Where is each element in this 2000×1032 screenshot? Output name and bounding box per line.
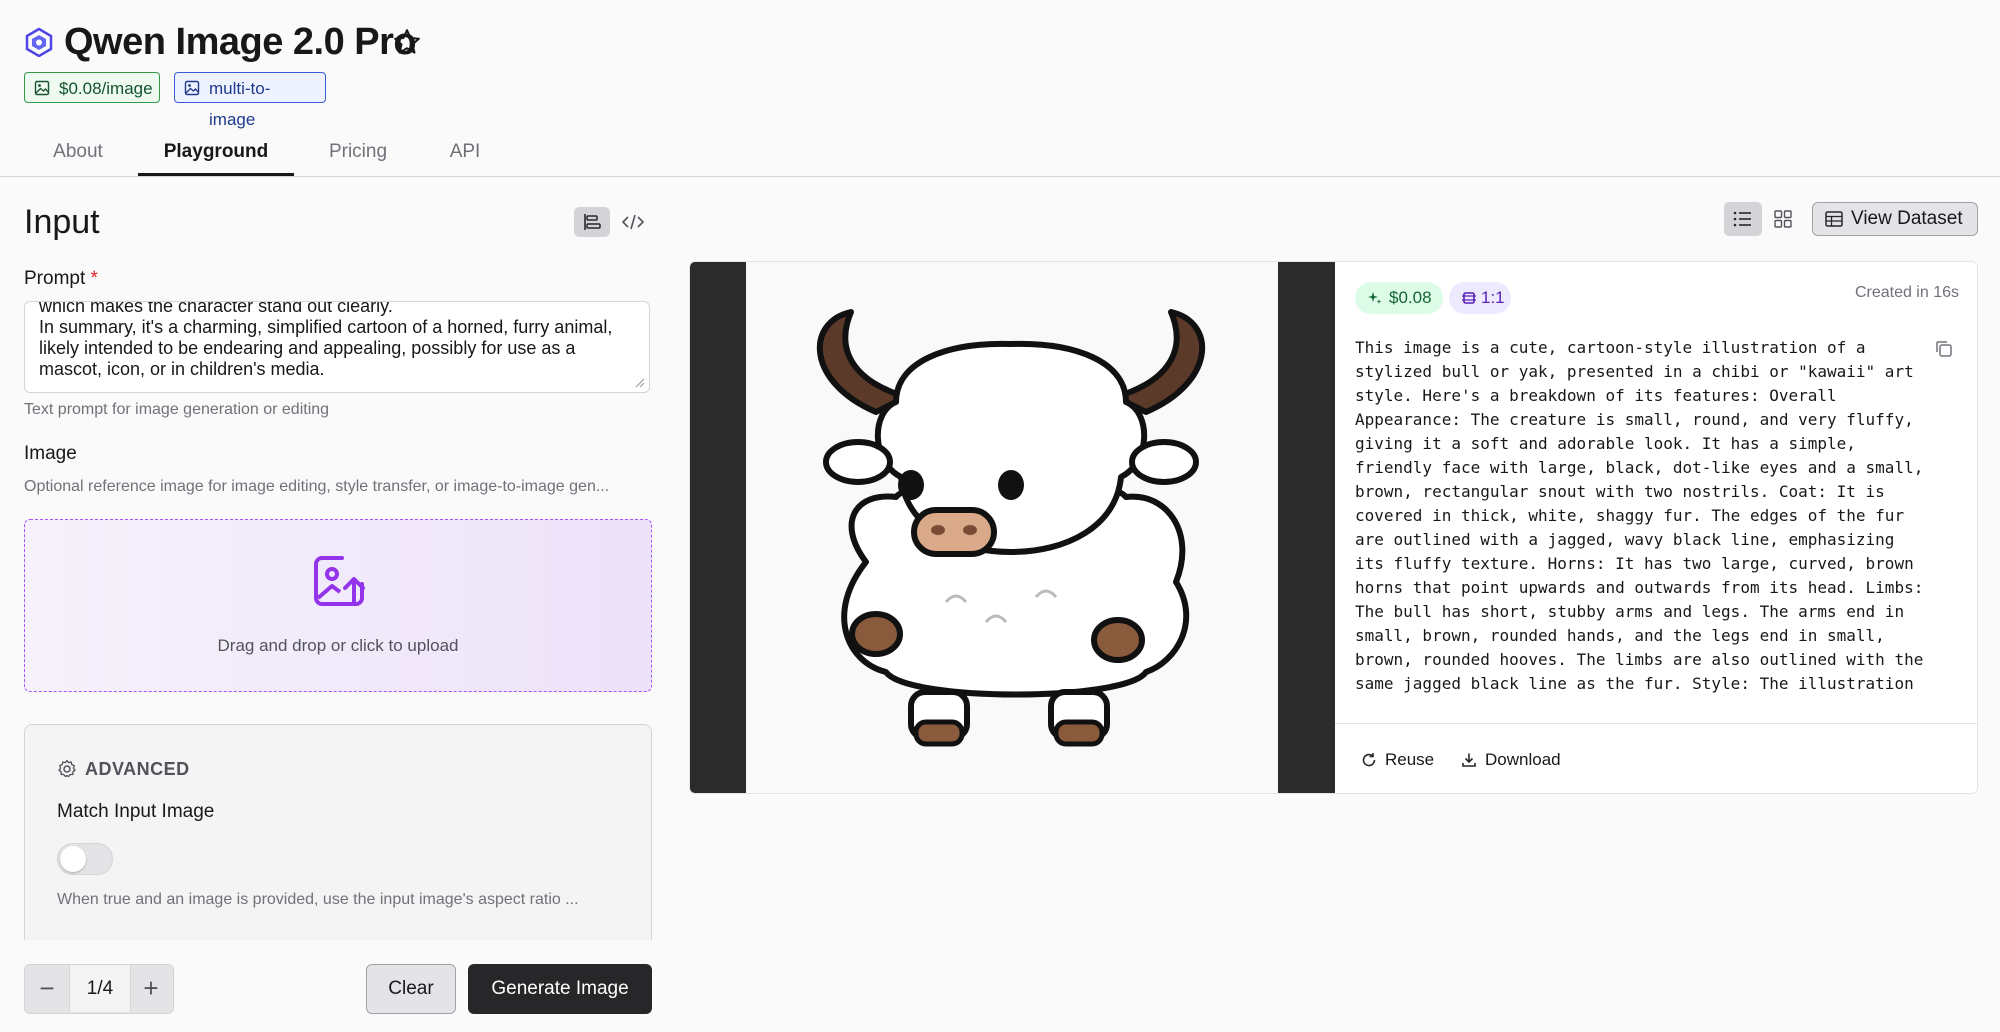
image-help: Optional reference image for image editi…	[24, 478, 610, 495]
grid-view-button[interactable]	[1766, 202, 1800, 236]
form-view-button[interactable]	[574, 207, 610, 237]
tab-bar: About Playground Pricing API	[0, 136, 2000, 177]
tab-about[interactable]: About	[32, 136, 124, 176]
sparkle-icon	[1368, 292, 1382, 304]
code-view-button[interactable]	[618, 207, 648, 237]
result-details: $0.08 1:1 Created in 16s This image is a…	[1335, 262, 1977, 793]
reuse-label: Reuse	[1385, 750, 1435, 769]
code-view-icon	[621, 214, 645, 230]
download-label: Download	[1485, 750, 1561, 769]
decrement-button[interactable]: −	[25, 965, 69, 1012]
image-icon	[34, 80, 50, 96]
result-card: $0.08 1:1 Created in 16s This image is a…	[689, 261, 1978, 794]
image-dropzone[interactable]: Drag and drop or click to upload	[24, 519, 652, 692]
dropzone-text: Drag and drop or click to upload	[217, 636, 459, 655]
grid-view-icon	[1774, 210, 1792, 228]
increment-button[interactable]: +	[129, 965, 173, 1012]
clear-button[interactable]: Clear	[366, 964, 456, 1014]
cost-chip: $0.08	[1355, 282, 1443, 314]
match-input-image-toggle[interactable]	[57, 843, 113, 875]
created-time: Created in 16s	[1854, 284, 1959, 301]
prompt-label: Prompt *	[24, 266, 98, 292]
resize-handle-icon[interactable]	[633, 376, 645, 388]
aspect-ratio-chip: 1:1	[1449, 282, 1511, 314]
generated-image-frame	[690, 262, 1335, 793]
type-badge-label: multi-to-image	[209, 79, 271, 129]
toggle-knob	[60, 846, 86, 872]
image-icon	[184, 80, 200, 96]
tab-playground[interactable]: Playground	[138, 136, 294, 176]
view-mode-toggle	[1724, 202, 1798, 236]
app-logo-icon	[25, 27, 53, 57]
list-view-icon	[1733, 211, 1751, 227]
model-title: Qwen Image 2.0 Pro	[64, 21, 417, 63]
output-count-value: 1/4	[69, 965, 131, 1012]
advanced-heading: ADVANCED	[57, 757, 190, 781]
list-view-button[interactable]	[1724, 202, 1762, 236]
required-mark: *	[90, 268, 98, 289]
reuse-button[interactable]: Reuse	[1361, 748, 1434, 772]
output-count-stepper: − 1/4 +	[24, 964, 174, 1014]
match-input-image-label: Match Input Image	[57, 801, 215, 822]
gear-icon	[58, 759, 76, 778]
price-badge-label: $0.08/image	[59, 79, 153, 98]
advanced-section: ADVANCED Match Input Image When true and…	[24, 724, 652, 940]
upload-image-icon	[314, 556, 365, 606]
star-icon[interactable]	[392, 27, 422, 57]
copy-icon[interactable]	[1933, 338, 1955, 360]
image-description: This image is a cute, cartoon-style illu…	[1355, 338, 1924, 700]
image-label: Image	[24, 443, 77, 464]
type-badge: multi-to-image	[174, 72, 326, 129]
generated-image[interactable]	[746, 262, 1278, 793]
match-input-image-help: When true and an image is provided, use …	[57, 891, 579, 908]
tab-pricing[interactable]: Pricing	[312, 136, 404, 176]
download-icon	[1462, 753, 1476, 767]
table-icon	[1825, 211, 1843, 227]
cost-chip-label: $0.08	[1389, 288, 1432, 307]
advanced-heading-text: ADVANCED	[85, 759, 190, 779]
aspect-ratio-icon	[1462, 292, 1476, 304]
price-badge: $0.08/image	[24, 72, 160, 103]
aspect-ratio-label: 1:1	[1481, 288, 1505, 307]
prompt-help: Text prompt for image generation or edit…	[24, 401, 330, 418]
result-actions: Reuse Download	[1335, 723, 1977, 793]
form-view-icon	[584, 214, 601, 230]
download-button[interactable]: Download	[1461, 748, 1561, 772]
prompt-text[interactable]: which makes the character stand out clea…	[39, 302, 635, 380]
prompt-input[interactable]: which makes the character stand out clea…	[24, 301, 650, 393]
prompt-label-text: Prompt	[24, 268, 86, 289]
yak-illustration	[816, 309, 1206, 747]
view-dataset-label: View Dataset	[1851, 208, 1963, 229]
tab-api[interactable]: API	[436, 136, 494, 176]
view-dataset-button[interactable]: View Dataset	[1812, 202, 1978, 236]
refresh-icon	[1362, 753, 1376, 767]
input-heading: Input	[24, 203, 100, 241]
generate-image-button[interactable]: Generate Image	[468, 964, 652, 1014]
